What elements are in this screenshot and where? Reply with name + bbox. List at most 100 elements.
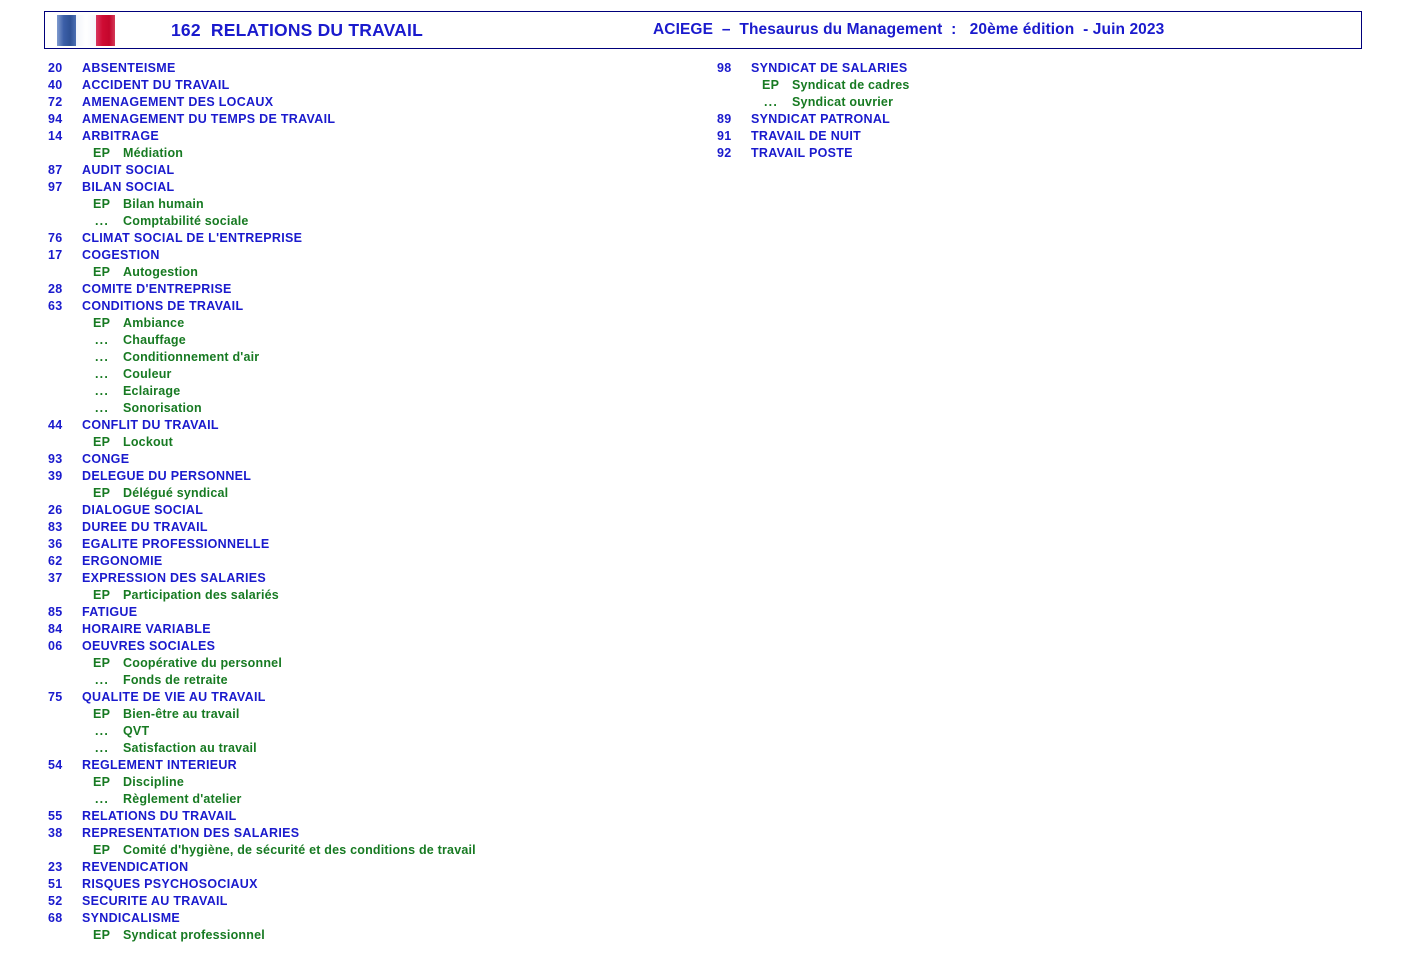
ellipsis-marker: ... (95, 333, 110, 347)
page-header-box: 162 RELATIONS DU TRAVAIL ACIEGE – Thesau… (44, 11, 1362, 49)
term-label: RELATIONS DU TRAVAIL (82, 809, 237, 823)
thesaurus-term-row[interactable]: 98 SYNDICAT DE SALARIES (717, 60, 1357, 77)
thesaurus-term-row[interactable]: 68 SYNDICALISME (48, 910, 688, 927)
thesaurus-synonym-continuation-row[interactable]: ... Chauffage (48, 332, 688, 349)
term-code: 38 (48, 826, 63, 840)
thesaurus-term-row[interactable]: 20 ABSENTEISME (48, 60, 688, 77)
thesaurus-synonym-continuation-row[interactable]: ... Couleur (48, 366, 688, 383)
flag-band-white (76, 15, 96, 46)
page-title: 162 RELATIONS DU TRAVAIL (171, 20, 423, 40)
thesaurus-term-row[interactable]: 84 HORAIRE VARIABLE (48, 621, 688, 638)
thesaurus-term-row[interactable]: 52 SECURITE AU TRAVAIL (48, 893, 688, 910)
thesaurus-term-row[interactable]: 17 COGESTION (48, 247, 688, 264)
thesaurus-term-row[interactable]: 36 EGALITE PROFESSIONNELLE (48, 536, 688, 553)
thesaurus-term-row[interactable]: 75 QUALITE DE VIE AU TRAVAIL (48, 689, 688, 706)
term-label: AMENAGEMENT DU TEMPS DE TRAVAIL (82, 112, 336, 126)
thesaurus-term-row[interactable]: 40 ACCIDENT DU TRAVAIL (48, 77, 688, 94)
ep-marker: EP (93, 588, 111, 602)
ep-marker: EP (93, 486, 111, 500)
synonym-label: Couleur (123, 367, 172, 381)
thesaurus-synonym-row[interactable]: EP Syndicat professionnel (48, 927, 688, 944)
thesaurus-term-row[interactable]: 54 REGLEMENT INTERIEUR (48, 757, 688, 774)
term-label: CLIMAT SOCIAL DE L'ENTREPRISE (82, 231, 303, 245)
thesaurus-term-row[interactable]: 39 DELEGUE DU PERSONNEL (48, 468, 688, 485)
thesaurus-synonym-row[interactable]: EP Bilan humain (48, 196, 688, 213)
thesaurus-synonym-continuation-row[interactable]: ... QVT (48, 723, 688, 740)
term-code: 36 (48, 537, 63, 551)
thesaurus-synonym-row[interactable]: EP Lockout (48, 434, 688, 451)
thesaurus-synonym-continuation-row[interactable]: ... Comptabilité sociale (48, 213, 688, 230)
thesaurus-term-row[interactable]: 94 AMENAGEMENT DU TEMPS DE TRAVAIL (48, 111, 688, 128)
thesaurus-term-row[interactable]: 51 RISQUES PSYCHOSOCIAUX (48, 876, 688, 893)
thesaurus-synonym-row[interactable]: EP Comité d'hygiène, de sécurité et des c… (48, 842, 688, 859)
term-code: 54 (48, 758, 63, 772)
term-code: 26 (48, 503, 63, 517)
synonym-label: Sonorisation (123, 401, 202, 415)
thesaurus-term-row[interactable]: 23 REVENDICATION (48, 859, 688, 876)
term-label: COMITE D'ENTREPRISE (82, 282, 232, 296)
thesaurus-term-row[interactable]: 38 REPRESENTATION DES SALARIES (48, 825, 688, 842)
thesaurus-term-row[interactable]: 37 EXPRESSION DES SALARIES (48, 570, 688, 587)
thesaurus-term-row[interactable]: 44 CONFLIT DU TRAVAIL (48, 417, 688, 434)
term-label: ERGONOMIE (82, 554, 163, 568)
flag-band-blue (57, 15, 77, 46)
flag-band-red (95, 15, 115, 46)
thesaurus-term-row[interactable]: 76 CLIMAT SOCIAL DE L'ENTREPRISE (48, 230, 688, 247)
thesaurus-synonym-continuation-row[interactable]: ... Fonds de retraite (48, 672, 688, 689)
term-label: SYNDICALISME (82, 911, 181, 925)
thesaurus-term-row[interactable]: 93 CONGE (48, 451, 688, 468)
ellipsis-marker: ... (764, 95, 779, 109)
thesaurus-synonym-continuation-row[interactable]: ... Satisfaction au travail (48, 740, 688, 757)
term-label: HORAIRE VARIABLE (82, 622, 211, 636)
thesaurus-term-row[interactable]: 87 AUDIT SOCIAL (48, 162, 688, 179)
term-label: EXPRESSION DES SALARIES (82, 571, 267, 585)
thesaurus-synonym-row[interactable]: EP Ambiance (48, 315, 688, 332)
term-code: 52 (48, 894, 63, 908)
synonym-label: Conditionnement d'air (123, 350, 260, 364)
thesaurus-synonym-row[interactable]: EP Discipline (48, 774, 688, 791)
thesaurus-synonym-row[interactable]: EP Participation des salariés (48, 587, 688, 604)
synonym-label: Lockout (123, 435, 174, 449)
term-label: FATIGUE (82, 605, 138, 619)
thesaurus-term-row[interactable]: 63 CONDITIONS DE TRAVAIL (48, 298, 688, 315)
thesaurus-synonym-continuation-row[interactable]: ... Syndicat ouvrier (717, 94, 1357, 111)
term-code: 94 (48, 112, 63, 126)
term-label: QUALITE DE VIE AU TRAVAIL (82, 690, 266, 704)
thesaurus-synonym-row[interactable]: EP Coopérative du personnel (48, 655, 688, 672)
thesaurus-synonym-continuation-row[interactable]: ... Conditionnement d'air (48, 349, 688, 366)
term-label: OEUVRES SOCIALES (82, 639, 216, 653)
thesaurus-term-row[interactable]: 72 AMENAGEMENT DES LOCAUX (48, 94, 688, 111)
thesaurus-synonym-continuation-row[interactable]: ... Sonorisation (48, 400, 688, 417)
thesaurus-synonym-row[interactable]: EP Délégué syndical (48, 485, 688, 502)
thesaurus-term-row[interactable]: 55 RELATIONS DU TRAVAIL (48, 808, 688, 825)
term-label: EGALITE PROFESSIONNELLE (82, 537, 270, 551)
ellipsis-marker: ... (95, 350, 110, 364)
thesaurus-synonym-row[interactable]: EP Bien-être au travail (48, 706, 688, 723)
synonym-label: Fonds de retraite (123, 673, 228, 687)
thesaurus-synonym-continuation-row[interactable]: ... Règlement d'atelier (48, 791, 688, 808)
term-code: 84 (48, 622, 63, 636)
thesaurus-term-row[interactable]: 92 TRAVAIL POSTE (717, 145, 1357, 162)
thesaurus-term-row[interactable]: 28 COMITE D'ENTREPRISE (48, 281, 688, 298)
thesaurus-term-row[interactable]: 97 BILAN SOCIAL (48, 179, 688, 196)
term-code: 39 (48, 469, 63, 483)
ep-marker: EP (93, 775, 111, 789)
ep-marker: EP (93, 656, 111, 670)
thesaurus-synonym-continuation-row[interactable]: ... Eclairage (48, 383, 688, 400)
thesaurus-synonym-row[interactable]: EP Syndicat de cadres (717, 77, 1357, 94)
thesaurus-term-row[interactable]: 89 SYNDICAT PATRONAL (717, 111, 1357, 128)
term-code: 83 (48, 520, 63, 534)
thesaurus-term-row[interactable]: 85 FATIGUE (48, 604, 688, 621)
thesaurus-term-row[interactable]: 83 DUREE DU TRAVAIL (48, 519, 688, 536)
thesaurus-synonym-row[interactable]: EP Autogestion (48, 264, 688, 281)
term-label: BILAN SOCIAL (82, 180, 175, 194)
term-label: RISQUES PSYCHOSOCIAUX (82, 877, 258, 891)
ep-marker: EP (762, 78, 780, 92)
term-code: 75 (48, 690, 63, 704)
thesaurus-term-row[interactable]: 26 DIALOGUE SOCIAL (48, 502, 688, 519)
thesaurus-term-row[interactable]: 62 ERGONOMIE (48, 553, 688, 570)
thesaurus-term-row[interactable]: 06 OEUVRES SOCIALES (48, 638, 688, 655)
thesaurus-term-row[interactable]: 91 TRAVAIL DE NUIT (717, 128, 1357, 145)
thesaurus-synonym-row[interactable]: EP Médiation (48, 145, 688, 162)
thesaurus-term-row[interactable]: 14 ARBITRAGE (48, 128, 688, 145)
